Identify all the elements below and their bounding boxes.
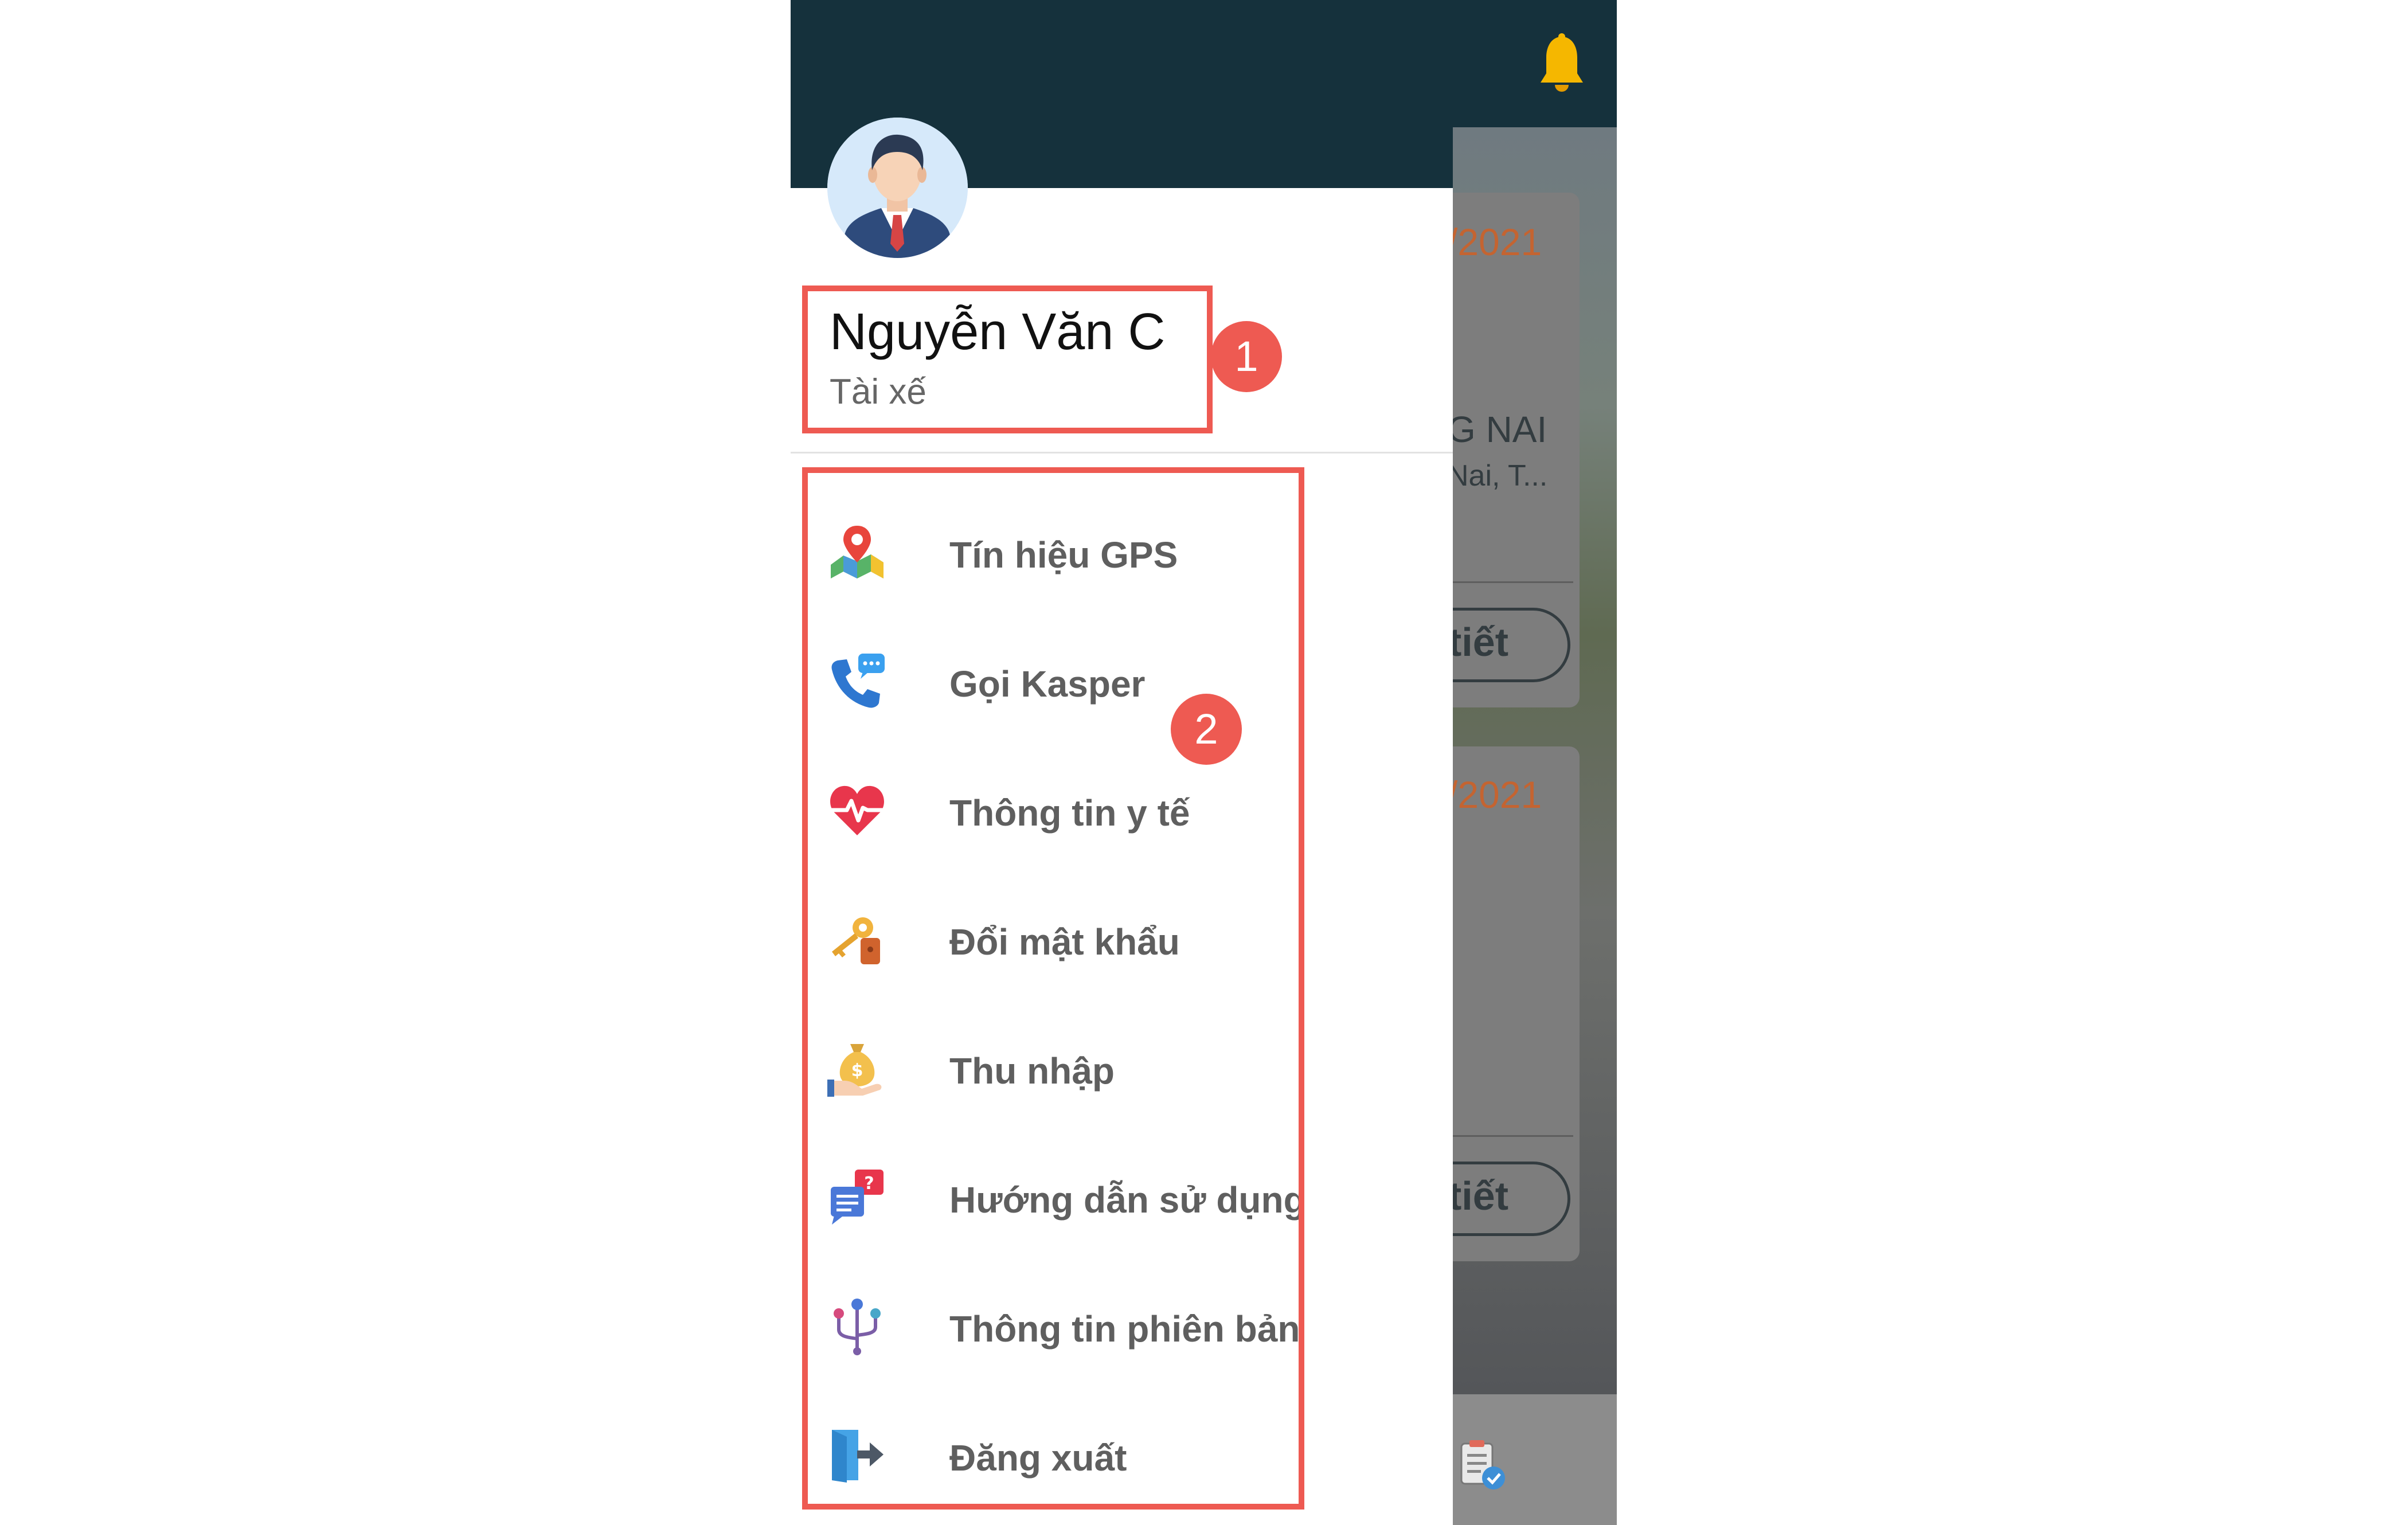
annotation-badge-2: 2 [1171,694,1242,765]
menu-highlight-box [802,467,1304,1510]
annotation-badge-1: 1 [1211,321,1282,392]
profile-highlight-box [802,286,1213,433]
